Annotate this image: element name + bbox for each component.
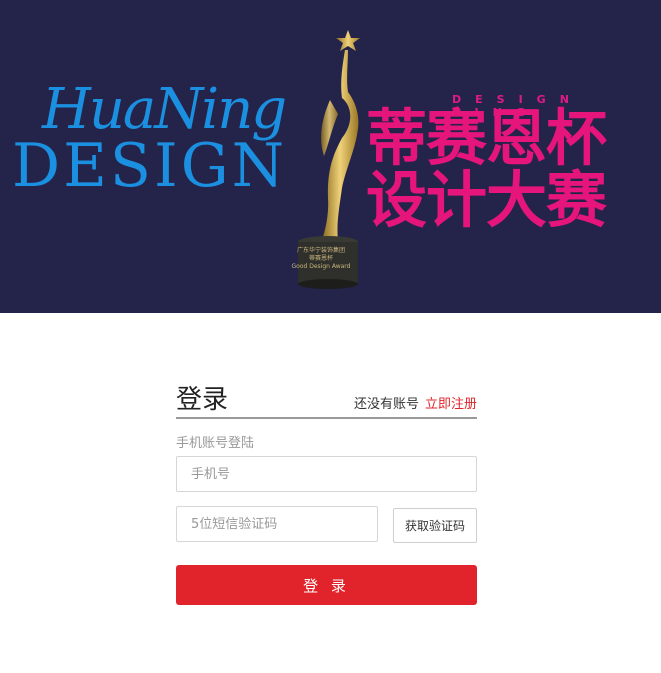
sms-code-input[interactable] [176,506,378,542]
plaque-line: 蒂赛恩杯 [308,255,333,262]
plaque-line: 广东华宁装饰集团 [296,247,345,254]
trophy-plaque: 广东华宁装饰集团 蒂赛恩杯 Good Design Award [286,247,356,271]
brand-name: HuaNing [42,77,287,142]
login-header: 登录 还没有账号 立即注册 [176,378,477,419]
slogan-line-1: 蒂赛恩杯 [366,103,607,174]
login-title: 登录 [176,385,229,415]
banner: HuaNing DESIGN 广东华宁装饰集团 蒂赛恩杯 Good Design… [0,0,661,313]
get-code-button[interactable]: 获取验证码 [393,508,477,543]
register-link[interactable]: 立即注册 [425,397,477,412]
login-method-label: 手机账号登陆 [176,436,255,451]
huaning-design-logo: HuaNing DESIGN [12,77,288,201]
plaque-line: Good Design Award [291,263,351,270]
login-form: 登录 还没有账号立即注册 手机账号登陆 获取验证码 登 录 [176,378,477,605]
register-hint: 还没有账号 立即注册 [354,393,477,412]
brand-design: DESIGN [12,131,288,201]
login-button[interactable]: 登 录 [176,565,477,605]
contest-slogan: 蒂赛恩杯 设计大赛 [366,103,607,236]
register-prompt: 还没有账号 [353,397,419,412]
slogan-line-2: 设计大赛 [366,165,607,236]
phone-input[interactable] [176,456,477,492]
